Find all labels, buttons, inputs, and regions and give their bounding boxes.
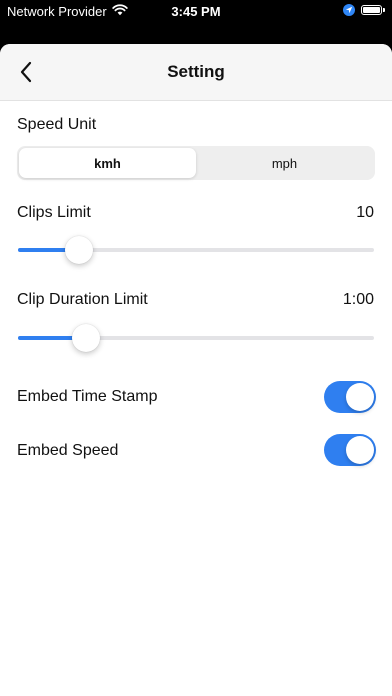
clip-duration-limit-slider[interactable] — [18, 324, 374, 352]
location-arrow-icon — [343, 4, 355, 16]
segment-kmh[interactable]: kmh — [19, 148, 196, 178]
toggle-knob — [346, 383, 374, 411]
clips-limit-label: Clips Limit — [17, 204, 91, 221]
speed-unit-label: Speed Unit — [17, 116, 97, 133]
battery-level — [363, 7, 380, 13]
clip-duration-limit-value: 1:00 — [342, 291, 374, 308]
battery-icon — [361, 5, 385, 15]
clip-duration-limit-label: Clip Duration Limit — [17, 291, 148, 308]
status-bar: Network Provider 3:45 PM — [0, 0, 392, 38]
page-title: Setting — [167, 62, 225, 81]
status-time: 3:45 PM — [171, 4, 221, 19]
navigation-bar: Setting — [0, 44, 392, 101]
status-right — [343, 4, 385, 16]
clips-limit-slider[interactable] — [18, 236, 374, 264]
slider-thumb[interactable] — [71, 324, 100, 352]
embed-time-stamp-label: Embed Time Stamp — [17, 388, 158, 405]
clips-limit-value: 10 — [356, 204, 374, 221]
toggle-knob — [346, 436, 374, 464]
speed-unit-segmented-control: kmh mph — [17, 146, 375, 180]
settings-sheet: Setting Speed Unit kmh mph Clips Limit 1… — [0, 44, 392, 696]
embed-speed-toggle[interactable] — [324, 434, 376, 466]
embed-time-stamp-toggle[interactable] — [324, 381, 376, 413]
embed-speed-label: Embed Speed — [17, 442, 119, 459]
segment-mph[interactable]: mph — [196, 148, 373, 178]
slider-thumb[interactable] — [64, 236, 93, 264]
